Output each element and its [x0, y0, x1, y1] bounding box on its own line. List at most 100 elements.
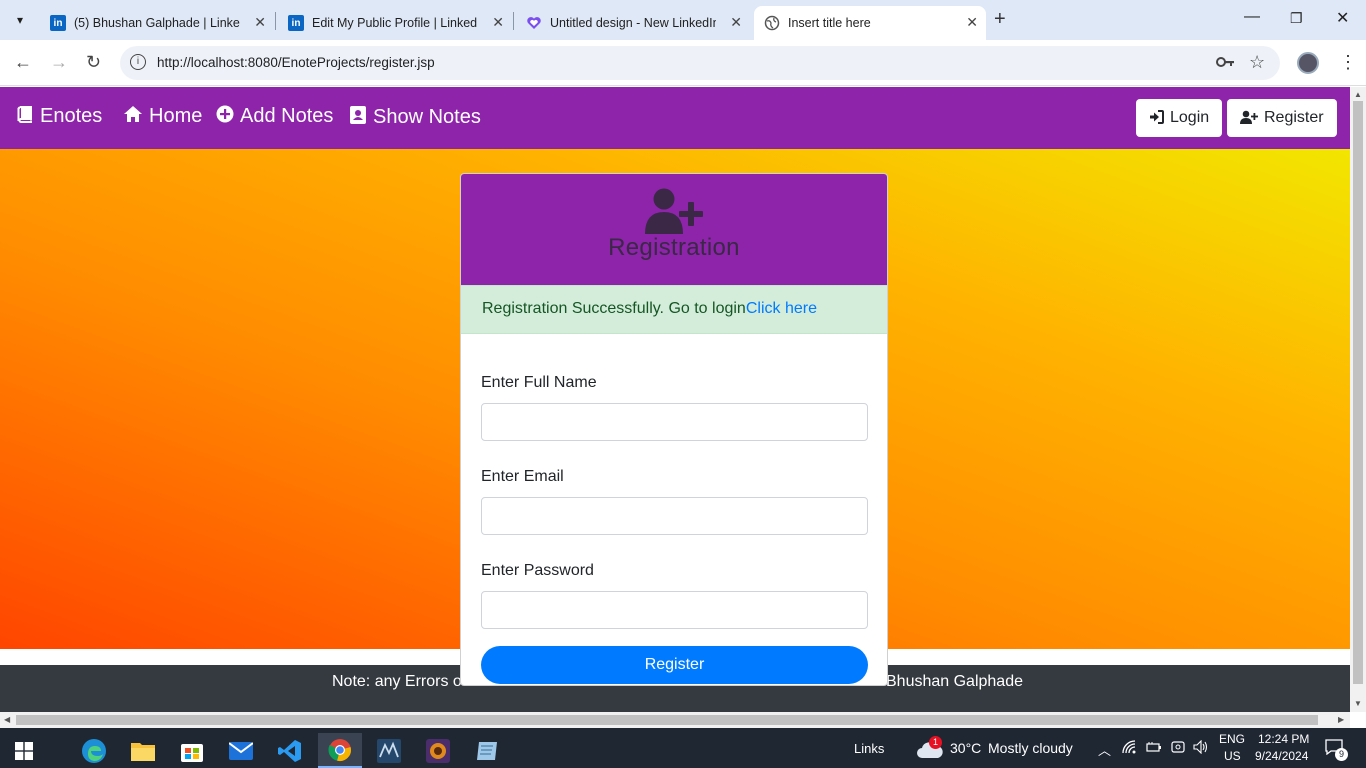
chevron-up-icon[interactable]: ︿: [1098, 740, 1111, 759]
registration-form: Enter Full Name Enter Email Enter Passwo…: [461, 334, 887, 684]
brand-label: Enotes: [40, 105, 103, 127]
tab-search-button[interactable]: ▾: [8, 8, 32, 32]
weather-condition[interactable]: Mostly cloudy: [988, 740, 1073, 756]
tab-title: Insert title here: [788, 16, 871, 30]
tab-insert-title[interactable]: Insert title here ✕: [754, 6, 986, 40]
alert-text: Registration Successfully. Go to login: [482, 300, 746, 317]
notification-count-badge: 9: [1335, 748, 1348, 761]
alert-login-link[interactable]: Click here: [746, 300, 817, 317]
password-input[interactable]: [481, 591, 868, 629]
reload-icon[interactable]: ↻: [86, 52, 101, 73]
register-submit-button[interactable]: Register: [481, 646, 868, 684]
nav-link-label: Add Notes: [240, 105, 334, 127]
login-label: Login: [1170, 109, 1210, 126]
game-app-icon[interactable]: [416, 733, 460, 768]
restore-icon[interactable]: ❐: [1290, 10, 1303, 27]
scroll-right-icon[interactable]: ▶: [1338, 715, 1344, 724]
password-label: Enter Password: [481, 562, 594, 579]
url-text[interactable]: http://localhost:8080/EnoteProjects/regi…: [157, 55, 435, 70]
scroll-down-icon[interactable]: ▼: [1354, 699, 1362, 708]
region-indicator[interactable]: US: [1224, 749, 1241, 763]
card-header: Registration: [461, 174, 887, 285]
edge-icon[interactable]: [72, 733, 116, 768]
nav-link-show-notes[interactable]: Show Notes: [349, 105, 481, 130]
tab-title: (5) Bhushan Galphade | LinkedIn: [74, 16, 240, 30]
links-toolbar-label[interactable]: Links: [854, 741, 884, 756]
tab-title: Edit My Public Profile | LinkedIn: [312, 16, 478, 30]
address-bar[interactable]: i http://localhost:8080/EnoteProjects/re…: [120, 46, 1280, 80]
browser-tab-bar: ▾ in (5) Bhushan Galphade | LinkedIn ✕ i…: [0, 0, 1366, 40]
browser-toolbar: ← → ↻ i http://localhost:8080/EnoteProje…: [0, 40, 1366, 86]
email-input[interactable]: [481, 497, 868, 535]
scroll-up-icon[interactable]: ▲: [1354, 90, 1362, 99]
weather-temperature[interactable]: 30°C: [950, 740, 981, 756]
close-window-icon[interactable]: ✕: [1336, 8, 1349, 28]
register-nav-label: Register: [1264, 109, 1324, 126]
tab-divider: [275, 12, 276, 30]
home-icon: [123, 105, 143, 128]
tab-linkedin-edit[interactable]: in Edit My Public Profile | LinkedIn ✕: [278, 6, 512, 40]
windows-taskbar: Links 1 30°C Mostly cloudy ︿ ENG US 12:2…: [0, 728, 1366, 768]
navbar-brand[interactable]: Enotes: [16, 105, 102, 128]
language-indicator[interactable]: ENG: [1219, 732, 1245, 746]
nav-link-add-notes[interactable]: Add Notes: [216, 105, 333, 128]
new-tab-icon[interactable]: +: [994, 8, 1006, 31]
globe-icon: [764, 15, 780, 31]
scroll-left-icon[interactable]: ◀: [4, 715, 10, 724]
meet-now-icon[interactable]: [1170, 740, 1186, 757]
page-viewport: Enotes Home Add Notes Show Notes Login R…: [0, 87, 1350, 712]
vscode-icon[interactable]: [268, 733, 312, 768]
clock-date[interactable]: 9/24/2024: [1255, 749, 1308, 763]
mysql-workbench-icon[interactable]: [367, 733, 411, 768]
horizontal-scrollbar[interactable]: ◀ ▶: [0, 712, 1350, 728]
scrollbar-thumb[interactable]: [16, 715, 1318, 725]
password-key-icon[interactable]: [1215, 54, 1235, 75]
email-label: Enter Email: [481, 468, 564, 485]
linkedin-icon: in: [50, 15, 66, 31]
book-icon: [16, 105, 34, 128]
full-name-input[interactable]: [481, 403, 868, 441]
close-icon[interactable]: ✕: [492, 14, 504, 31]
success-alert: Registration Successfully. Go to loginCl…: [461, 285, 887, 334]
card-title: Registration: [608, 234, 740, 261]
linkedin-icon: in: [288, 15, 304, 31]
canva-icon: [526, 15, 542, 31]
mail-icon[interactable]: [219, 733, 263, 768]
plus-circle-icon: [216, 105, 234, 128]
clock-time[interactable]: 12:24 PM: [1258, 732, 1309, 746]
network-icon[interactable]: [1122, 740, 1138, 757]
volume-icon[interactable]: [1193, 739, 1209, 757]
back-icon[interactable]: ←: [14, 52, 32, 73]
nav-link-label: Show Notes: [373, 106, 481, 128]
close-icon[interactable]: ✕: [730, 14, 742, 31]
vertical-scrollbar[interactable]: ▲ ▼: [1350, 87, 1366, 712]
nav-link-home[interactable]: Home: [123, 105, 202, 128]
forward-icon[interactable]: →: [50, 52, 68, 73]
close-icon[interactable]: ✕: [254, 14, 266, 31]
chrome-icon[interactable]: [318, 733, 362, 768]
bookmark-star-icon[interactable]: ☆: [1249, 52, 1265, 73]
tab-divider: [513, 12, 514, 30]
tab-linkedin-profile[interactable]: in (5) Bhushan Galphade | LinkedIn ✕: [40, 6, 274, 40]
profile-avatar[interactable]: [1297, 52, 1319, 74]
register-nav-button[interactable]: Register: [1227, 99, 1337, 137]
menu-kebab-icon[interactable]: ⋮: [1339, 52, 1357, 73]
user-plus-icon: [461, 174, 887, 234]
battery-plug-icon[interactable]: [1146, 740, 1162, 757]
microsoft-store-icon[interactable]: [170, 733, 214, 768]
windows-start-icon[interactable]: [2, 733, 46, 768]
footer-author-text: Bhushan Galphade: [886, 673, 1023, 690]
site-info-icon[interactable]: i: [130, 54, 146, 70]
scrollbar-thumb[interactable]: [1353, 101, 1363, 684]
address-book-icon: [349, 105, 367, 130]
site-navbar: Enotes Home Add Notes Show Notes Login R…: [0, 87, 1350, 149]
file-explorer-icon[interactable]: [121, 733, 165, 768]
footer-note-text: Note: any Errors o: [332, 673, 462, 690]
sign-in-icon: [1149, 109, 1164, 127]
user-plus-icon: [1240, 110, 1258, 127]
notepad-app-icon[interactable]: [465, 733, 509, 768]
minimize-icon[interactable]: —: [1244, 8, 1260, 26]
close-icon[interactable]: ✕: [966, 14, 978, 31]
tab-canva[interactable]: Untitled design - New LinkedIn ✕: [516, 6, 750, 40]
login-button[interactable]: Login: [1136, 99, 1223, 137]
